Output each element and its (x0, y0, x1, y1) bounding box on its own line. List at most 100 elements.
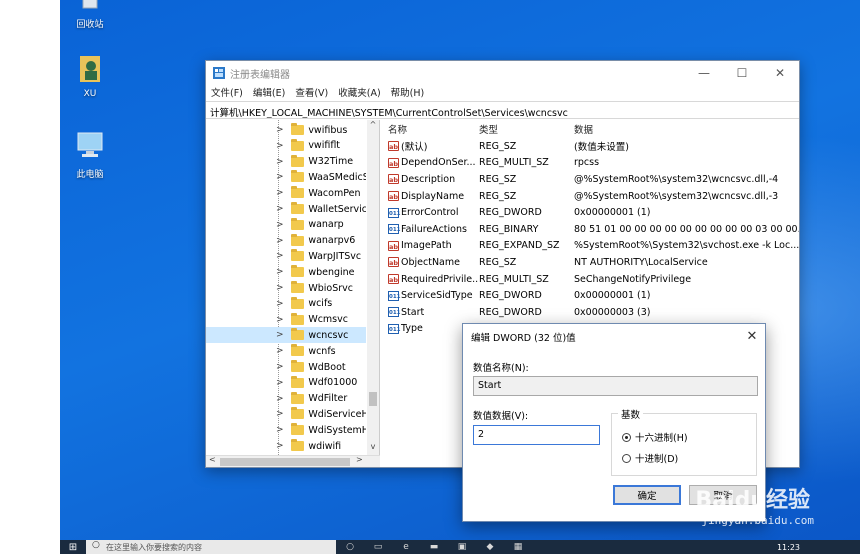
edge-icon[interactable]: e (392, 542, 420, 552)
tree-item[interactable]: > vwififlt (206, 138, 366, 154)
value-type: REG_EXPAND_SZ (479, 240, 560, 252)
dialog-close-icon[interactable]: ✕ (739, 329, 765, 344)
scroll-down-arrow-icon[interactable]: v (367, 442, 379, 451)
chevron-right-icon[interactable]: > (276, 125, 285, 135)
task-view-icon[interactable]: ○ (336, 542, 364, 552)
column-type[interactable]: 类型 (479, 122, 574, 136)
value-type: REG_DWORD (479, 306, 542, 318)
chevron-right-icon[interactable]: > (276, 204, 285, 214)
app-icon[interactable]: ◆ (476, 542, 504, 552)
regedit-taskbar-icon[interactable]: ▦ (504, 542, 532, 552)
tree-item[interactable]: > wcnfs (206, 343, 366, 359)
value-name-field[interactable]: Start (473, 376, 758, 396)
tree-item[interactable]: > W32Time (206, 154, 366, 170)
menu-file[interactable]: 文件(F) (211, 85, 243, 101)
tree-item[interactable]: > WacomPen (206, 185, 366, 201)
chevron-right-icon[interactable]: > (276, 362, 285, 372)
maximize-button[interactable]: ☐ (723, 61, 761, 85)
tree-item[interactable]: > wbengine (206, 264, 366, 280)
tree-item-label: Wcmsvc (308, 314, 348, 326)
tree-vertical-scrollbar[interactable]: ^ v (367, 120, 379, 455)
chevron-right-icon[interactable]: > (276, 330, 285, 340)
tree-item[interactable]: > WdFilter (206, 391, 366, 407)
address-bar[interactable]: 计算机\HKEY_LOCAL_MACHINE\SYSTEM\CurrentCon… (206, 101, 799, 119)
tree-item[interactable]: > WdBoot (206, 359, 366, 375)
scroll-thumb[interactable] (220, 458, 350, 466)
binary-value-icon: 011 (388, 207, 400, 218)
tree-item[interactable]: > Wcmsvc (206, 312, 366, 328)
app-icon[interactable]: ▭ (364, 542, 392, 552)
scroll-thumb[interactable] (369, 392, 377, 406)
dialog-title-bar[interactable]: 编辑 DWORD (32 位)值 ✕ (463, 324, 765, 349)
table-row[interactable]: 011 ServiceSidType REG_DWORD 0x00000001 (1) (384, 287, 799, 304)
chevron-right-icon[interactable]: > (276, 251, 285, 261)
menu-view[interactable]: 查看(V) (295, 85, 328, 101)
tree-item[interactable]: > wcifs (206, 296, 366, 312)
chevron-right-icon[interactable]: > (276, 425, 285, 435)
tree-item[interactable]: > WarpJITSvc (206, 248, 366, 264)
desktop-icon-user[interactable]: XU (60, 54, 120, 99)
tree-item-label: W32Time (308, 156, 354, 168)
radio-decimal[interactable]: 十进制(D) (622, 451, 678, 465)
explorer-icon[interactable]: ▬ (420, 542, 448, 552)
table-row[interactable]: ab ObjectName REG_SZ NT AUTHORITY\LocalServ… (384, 254, 799, 271)
table-row[interactable]: 011 FailureActions REG_BINARY 80 51 01 00 0… (384, 221, 799, 238)
chevron-right-icon[interactable]: > (276, 188, 285, 198)
value-data: (数值未设置) (574, 142, 629, 154)
column-data[interactable]: 数据 (574, 122, 799, 136)
radio-hexadecimal[interactable]: 十六进制(H) (622, 430, 688, 444)
tree-horizontal-scrollbar[interactable]: < > (206, 455, 380, 467)
minimize-button[interactable]: — (685, 61, 723, 85)
tree-item[interactable]: > WdiServiceH (206, 406, 366, 422)
chevron-right-icon[interactable]: > (276, 267, 285, 277)
tree-item[interactable]: > WaaSMedicS (206, 169, 366, 185)
chevron-right-icon[interactable]: > (276, 346, 285, 356)
close-button[interactable]: ✕ (761, 61, 799, 85)
tree-item[interactable]: > wcncsvc (206, 327, 366, 344)
tree-item[interactable]: > WbioSrvc (206, 280, 366, 296)
scroll-left-arrow-icon[interactable]: < (209, 455, 216, 464)
table-row[interactable]: ab (默认) REG_SZ (数值未设置) (384, 138, 799, 155)
chevron-right-icon[interactable]: > (276, 220, 285, 230)
desktop-icon-this-pc[interactable]: 此电脑 (60, 130, 120, 180)
chevron-right-icon[interactable]: > (276, 315, 285, 325)
table-row[interactable]: ab ImagePath REG_EXPAND_SZ %SystemRoot%\Sys… (384, 238, 799, 255)
chevron-right-icon[interactable]: > (276, 157, 285, 167)
table-row[interactable]: ab RequiredPrivile... REG_MULTI_SZ SeChange… (384, 271, 799, 288)
table-row[interactable]: ab DependOnSer... REG_MULTI_SZ rpcss (384, 155, 799, 172)
tree-item[interactable]: > WdiSystemH (206, 422, 366, 438)
tree-item[interactable]: > WalletService (206, 201, 366, 217)
clock[interactable]: 11:23 (777, 543, 860, 552)
table-row[interactable]: ab Description REG_SZ @%SystemRoot%\system3… (384, 171, 799, 188)
tree-item[interactable]: > Wdf01000 (206, 375, 366, 391)
menu-edit[interactable]: 编辑(E) (253, 85, 285, 101)
tree-item[interactable]: > vwifibus (206, 122, 366, 138)
taskbar-search-box[interactable]: 在这里输入你要搜索的内容 (86, 540, 336, 554)
tree-item[interactable]: > wanarp (206, 217, 366, 233)
start-button-icon[interactable]: ⊞ (60, 542, 86, 553)
table-row[interactable]: ab DisplayName REG_SZ @%SystemRoot%\system3… (384, 188, 799, 205)
menu-favorites[interactable]: 收藏夹(A) (338, 85, 380, 101)
tree-item[interactable]: > wanarpv6 (206, 233, 366, 249)
column-name[interactable]: 名称 (384, 122, 479, 136)
ok-button[interactable]: 确定 (613, 485, 681, 505)
desktop-icon-recycle-bin[interactable]: 回收站 (60, 0, 120, 30)
chevron-right-icon[interactable]: > (276, 441, 285, 451)
chevron-right-icon[interactable]: > (276, 141, 285, 151)
chevron-right-icon[interactable]: > (276, 378, 285, 388)
store-icon[interactable]: ▣ (448, 542, 476, 552)
table-row[interactable]: 011 ErrorControl REG_DWORD 0x00000001 (1) (384, 204, 799, 221)
chevron-right-icon[interactable]: > (276, 299, 285, 309)
chevron-right-icon[interactable]: > (276, 394, 285, 404)
scroll-up-arrow-icon[interactable]: ^ (367, 120, 379, 129)
menu-help[interactable]: 帮助(H) (391, 85, 425, 101)
tree-item[interactable]: > wdiwifi (206, 438, 366, 454)
scroll-right-arrow-icon[interactable]: > (356, 455, 363, 464)
title-bar[interactable]: 注册表编辑器 — ☐ ✕ (206, 61, 799, 85)
chevron-right-icon[interactable]: > (276, 409, 285, 419)
chevron-right-icon[interactable]: > (276, 283, 285, 293)
value-data-input[interactable]: 2 (473, 425, 600, 445)
chevron-right-icon[interactable]: > (276, 236, 285, 246)
chevron-right-icon[interactable]: > (276, 172, 285, 182)
table-row[interactable]: 011 Start REG_DWORD 0x00000003 (3) (384, 304, 799, 321)
